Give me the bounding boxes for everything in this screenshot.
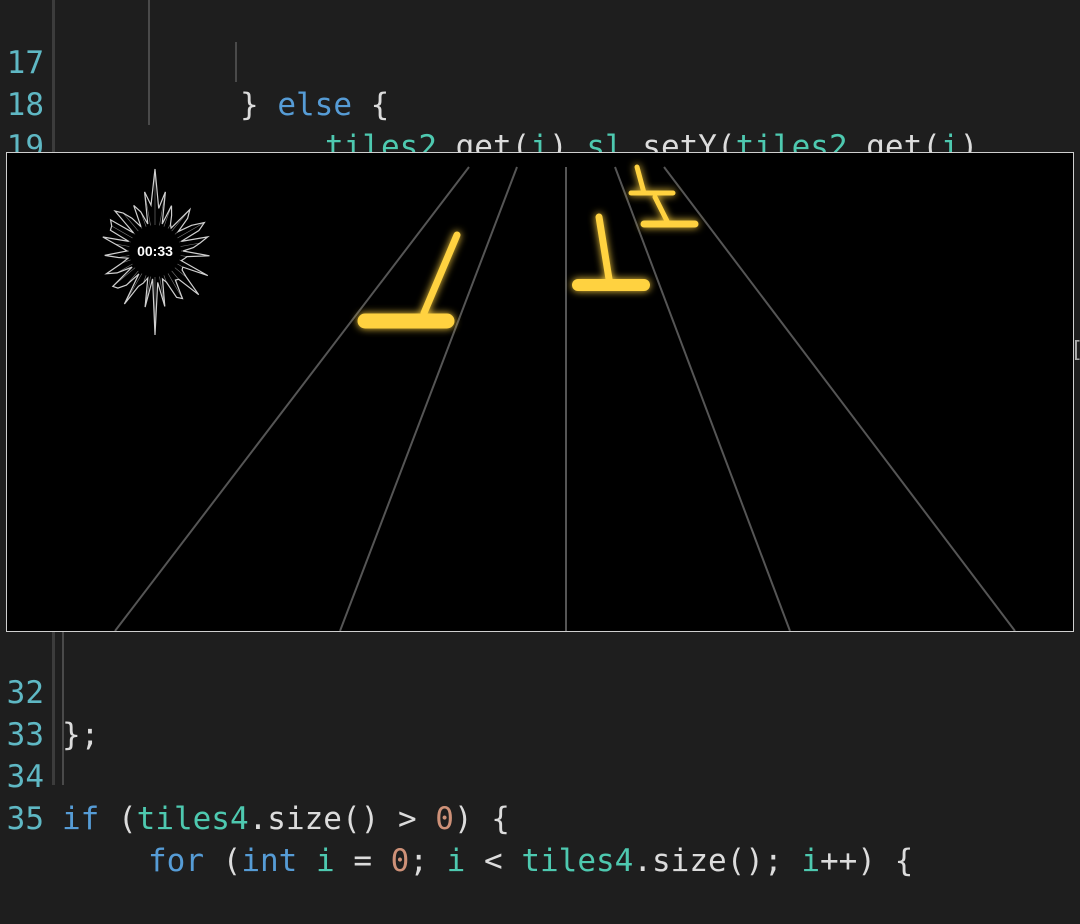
hold-note-lane-4 (572, 213, 650, 291)
rhythm-game-preview-window[interactable]: 00:33 (6, 152, 1074, 632)
lane-line (614, 166, 791, 631)
visualizer-spike (140, 226, 143, 229)
visualizer-spike (118, 255, 130, 258)
code-text[interactable]: for (int i = 0; i < tiles4.size(); i++) … (148, 840, 913, 882)
visualizer-spike (177, 263, 183, 268)
code-line-34[interactable]: 34 if (tiles4.size() > 0) { (0, 714, 1080, 837)
hold-note-lane-2 (357, 231, 461, 329)
song-timer: 00:33 (137, 243, 173, 259)
visualizer-spike (179, 259, 182, 261)
line-number: 35 (6, 801, 44, 837)
game-canvas[interactable] (7, 153, 1073, 631)
code-text[interactable]: if (tiles4.size() > 0) { (62, 798, 510, 840)
code-line-18[interactable]: 18 tiles2.get(i).sl.setY(tiles2.get(i) (0, 42, 1080, 165)
code-line-32[interactable]: 32 }; (0, 630, 1080, 753)
code-line-19[interactable]: 19 } (0, 84, 1080, 207)
visualizer-spike (174, 231, 179, 235)
visualizer-spike (133, 232, 136, 235)
visualizer-spike (174, 267, 187, 278)
visualizer-spike (128, 241, 131, 243)
code-line-17[interactable]: 17 } else { (0, 0, 1080, 123)
visualizer-spike (167, 224, 171, 229)
visualizer-spike (171, 270, 179, 280)
code-line-35[interactable]: 35 for (int i = 0; i < tiles4.size(); i+… (0, 756, 1080, 879)
lane-line (114, 166, 470, 631)
visualizer-spike (180, 255, 188, 257)
lane-line (663, 166, 1016, 631)
visualizer-spike (124, 273, 143, 305)
lane-line (339, 166, 518, 631)
code-line-33[interactable]: 33 (0, 672, 1080, 753)
lane-lines (114, 166, 1016, 631)
visualizer-spike (179, 241, 182, 243)
